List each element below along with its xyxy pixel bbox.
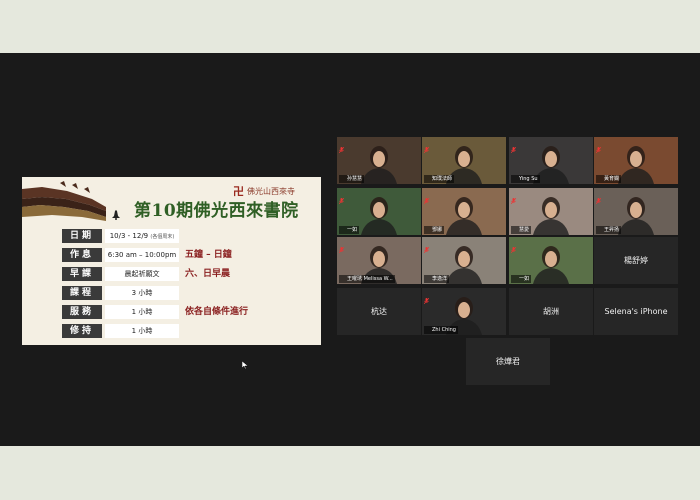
muted-mic-icon [423, 138, 430, 154]
participant-name: 黃育嫻 [596, 175, 622, 183]
muted-mic-icon [595, 189, 602, 205]
participant-tile[interactable]: 王曜琇 Melissa W... [337, 237, 421, 284]
participant-name: 楊舒婷 [624, 256, 648, 265]
temple-emblem-icon: 卍 [233, 185, 244, 198]
schedule-label: 課程 [62, 286, 102, 300]
participant-tile[interactable]: 一如 [337, 188, 421, 235]
participant-tile[interactable]: Zhi Ching [422, 288, 506, 335]
muted-mic-icon [338, 138, 345, 154]
participant-tile[interactable]: 慧愛 [509, 188, 593, 235]
slide-title: 第10期佛光西來書院 [134, 201, 299, 221]
participant-name: 王曜琇 Melissa W... [339, 275, 395, 283]
participant-tile[interactable]: 杭达 [337, 288, 421, 335]
muted-mic-icon [338, 189, 345, 205]
participant-name: 孙慧慧 [339, 175, 365, 183]
participant-name: 一如 [511, 275, 532, 283]
participant-tile[interactable]: 胡洲 [509, 288, 593, 335]
schedule-extra: 依各自條件進行 [185, 307, 249, 317]
muted-mic-icon [597, 327, 602, 333]
temple-name: 佛光山西來寺 [247, 187, 295, 196]
schedule-row: 日期 10/3 - 12/9 (各個周末) [62, 229, 317, 243]
bell-icon [112, 210, 120, 220]
schedule-label: 修持 [62, 324, 102, 338]
schedule-extra: 五鐘 – 日鐘 [185, 250, 232, 260]
participant-name: 知璞法師 [424, 175, 455, 183]
participant-tile[interactable]: 李逸洋 [422, 237, 506, 284]
schedule-row: 作息 6:30 am – 10:00pm 五鐘 – 日鐘 [62, 248, 317, 262]
participant-name: 李逸洋 [424, 275, 450, 283]
participant-name: 杭达 [371, 307, 387, 316]
schedule-label: 日期 [62, 229, 102, 243]
schedule-value: 3 小時 [105, 286, 179, 300]
muted-mic-icon [423, 189, 430, 205]
muted-mic-icon [423, 238, 430, 254]
schedule-label: 服務 [62, 305, 102, 319]
schedule-value: 1 小時 [105, 324, 179, 338]
temple-logo: 卍 佛光山西來寺 [233, 186, 313, 198]
temple-roof-image [22, 181, 106, 221]
muted-mic-icon [423, 289, 430, 305]
muted-mic-icon [510, 138, 517, 154]
schedule-value: 10/3 - 12/9 (各個周末) [105, 229, 179, 243]
participant-name: Selena's iPhone [604, 307, 668, 316]
participant-tile[interactable]: 黃育嫻 [594, 137, 678, 184]
muted-mic-icon [340, 327, 345, 333]
participant-tile[interactable]: Ying Su [509, 137, 593, 184]
participant-tile[interactable]: 知璞法師 [422, 137, 506, 184]
participant-name: 胡洲 [543, 307, 559, 316]
participant-tile[interactable]: 楊舒婷 [594, 237, 678, 284]
participant-name: Ying Su [511, 175, 540, 183]
schedule-note: (各個周末) [150, 234, 175, 240]
participant-tile[interactable]: 孙慧慧 [337, 137, 421, 184]
schedule-extra: 六、日早晨 [185, 269, 231, 279]
shared-screen-slide: 卍 佛光山西來寺 第10期佛光西來書院 日期 10/3 - 12/9 (各個周末)… [22, 177, 321, 345]
muted-mic-icon [338, 238, 345, 254]
participant-tile[interactable]: 一如 [509, 237, 593, 284]
schedule-label: 作息 [62, 248, 102, 262]
participant-name: 一如 [339, 226, 360, 234]
participant-name: Zhi Ching [424, 326, 458, 334]
muted-mic-icon [469, 377, 474, 383]
muted-mic-icon [512, 327, 517, 333]
schedule-row: 修持 1 小時 [62, 324, 317, 338]
muted-mic-icon [597, 276, 602, 282]
participant-name: 慧愛 [511, 226, 532, 234]
muted-mic-icon [595, 138, 602, 154]
participant-tile[interactable]: 王昇扬 [594, 188, 678, 235]
schedule-label: 早課 [62, 267, 102, 281]
mouse-cursor-icon [242, 361, 248, 369]
muted-mic-icon [510, 238, 517, 254]
participant-tile[interactable]: Selena's iPhone [594, 288, 678, 335]
participant-tile[interactable]: 鄧娜 [422, 188, 506, 235]
participant-name: 鄧娜 [424, 226, 445, 234]
schedule-value: 1 小時 [105, 305, 179, 319]
schedule-row: 課程 3 小時 [62, 286, 317, 300]
participant-tile[interactable]: 徐燁君 [466, 338, 550, 385]
schedule-value: 6:30 am – 10:00pm [105, 248, 179, 262]
participant-name: 王昇扬 [596, 226, 622, 234]
schedule-row: 早課 晨起祈願文 六、日早晨 [62, 267, 317, 281]
schedule-row: 服務 1 小時 依各自條件進行 [62, 305, 317, 319]
participant-name: 徐燁君 [496, 357, 520, 366]
schedule-value: 晨起祈願文 [105, 267, 179, 281]
muted-mic-icon [510, 189, 517, 205]
